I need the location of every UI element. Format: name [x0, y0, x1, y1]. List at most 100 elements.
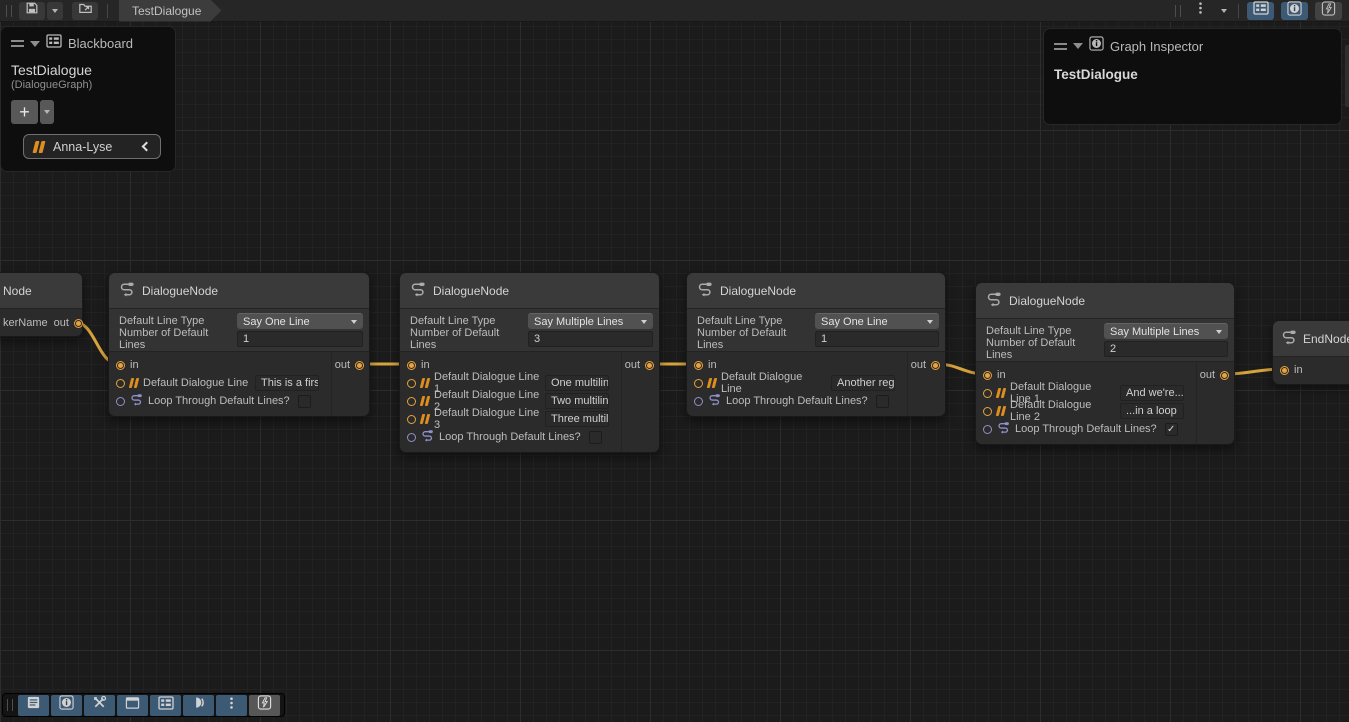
half-circle-button[interactable]	[183, 695, 214, 716]
tab-testdialogue[interactable]: TestDialogue	[119, 0, 221, 22]
node-body: in Default Dialogue Line 1 One multiline…	[400, 352, 659, 452]
input-port[interactable]	[983, 371, 992, 380]
line-type-dropdown[interactable]: Say One Line	[237, 313, 363, 329]
loop-checkbox[interactable]	[298, 395, 311, 408]
dialogue-line-field[interactable]: One multiline	[545, 375, 609, 391]
node-title-bar[interactable]: EndNode	[1273, 321, 1349, 357]
dialogue-line-port[interactable]	[407, 415, 416, 424]
toggle-blackboard-button[interactable]	[1247, 2, 1274, 20]
line-type-dropdown[interactable]: Say Multiple Lines	[1104, 323, 1228, 339]
window-button[interactable]	[117, 695, 148, 716]
number-of-lines-field[interactable]: 3	[528, 331, 653, 347]
dialogue-line-field[interactable]: And we're...	[1120, 385, 1184, 401]
graph-inspector-panel: Graph Inspector TestDialogue	[1043, 28, 1342, 125]
toolbar-separator	[107, 4, 108, 18]
node-title-bar[interactable]: DialogueNode	[109, 273, 369, 309]
loop-checkbox[interactable]: ✓	[1165, 423, 1178, 436]
toolbar-drag-handle[interactable]	[7, 699, 13, 711]
input-port[interactable]	[694, 361, 703, 370]
node-title: EndNode	[1303, 332, 1349, 346]
collapse-triangle-icon[interactable]	[30, 41, 40, 47]
output-port[interactable]	[355, 361, 364, 370]
dialogue-node-3[interactable]: DialogueNode Default Line Type Say One L…	[686, 272, 946, 417]
open-asset-button[interactable]	[72, 2, 98, 20]
overflow-menu-dropdown[interactable]	[1216, 2, 1232, 20]
dialogue-line-field[interactable]: Three multilin	[545, 411, 609, 427]
input-port[interactable]	[1280, 366, 1289, 375]
output-port[interactable]	[645, 361, 654, 370]
toolbar-drag-handle-right[interactable]	[1175, 5, 1181, 17]
dialogue-line-port[interactable]	[694, 379, 703, 388]
tools-button[interactable]	[84, 695, 115, 716]
drag-handle-icon[interactable]	[11, 40, 24, 47]
output-port[interactable]	[74, 319, 83, 328]
node-properties: Default Line Type Say Multiple Lines Num…	[400, 309, 659, 352]
toggle-graph-inspector-button[interactable]	[1281, 2, 1308, 20]
dialogue-line-port[interactable]	[983, 389, 992, 398]
lightning-icon	[257, 695, 272, 715]
number-of-lines-field[interactable]: 2	[1104, 341, 1228, 357]
node-title-bar[interactable]: Node	[0, 273, 82, 309]
overflow-menu-button[interactable]	[1188, 2, 1214, 20]
chevron-left-icon[interactable]	[142, 142, 152, 152]
loop-checkbox[interactable]	[589, 431, 602, 444]
line-type-dropdown[interactable]: Say One Line	[815, 313, 939, 329]
prop-label: Number of Default Lines	[119, 327, 237, 351]
save-button[interactable]	[19, 2, 45, 20]
blackboard-button[interactable]	[150, 695, 181, 716]
dialogue-line-port[interactable]	[116, 379, 125, 388]
node-title-bar[interactable]: DialogueNode	[400, 273, 659, 309]
collapse-triangle-icon[interactable]	[1073, 43, 1083, 49]
graph-inspector-header[interactable]: Graph Inspector	[1044, 29, 1341, 61]
dialogue-line-port[interactable]	[407, 397, 416, 406]
blackboard-header[interactable]: Blackboard	[1, 27, 175, 58]
toolbar-separator	[1238, 4, 1239, 18]
more-options-button[interactable]	[216, 695, 247, 716]
loop-port[interactable]	[983, 425, 992, 434]
toolbar-drag-handle[interactable]	[6, 5, 12, 17]
node-title-bar[interactable]: DialogueNode	[976, 283, 1234, 319]
loop-port[interactable]	[116, 397, 125, 406]
number-of-lines-field[interactable]: 1	[815, 331, 939, 347]
document-lines-button[interactable]	[18, 695, 49, 716]
prop-label: Default Line Type	[410, 315, 528, 327]
dialogue-node-2[interactable]: DialogueNode Default Line Type Say Multi…	[399, 272, 660, 453]
prop-label: Number of Default Lines	[410, 327, 528, 351]
number-of-lines-field[interactable]: 1	[237, 331, 363, 347]
dialogue-node-icon	[410, 281, 426, 300]
add-property-dropdown[interactable]	[40, 100, 54, 124]
node-title: DialogueNode	[142, 284, 218, 298]
save-options-button[interactable]	[47, 2, 63, 20]
dialogue-line-field[interactable]: ...in a loop	[1120, 403, 1184, 419]
toggle-lightning-button[interactable]	[1315, 2, 1342, 20]
line-type-dropdown[interactable]: Say Multiple Lines	[528, 313, 653, 329]
dialogue-line-port[interactable]	[983, 407, 992, 416]
output-port[interactable]	[931, 361, 940, 370]
loop-port[interactable]	[694, 397, 703, 406]
blackboard-property-annalyse[interactable]: Anna-Lyse	[23, 134, 161, 159]
blackboard-icon	[1253, 1, 1269, 20]
loop-checkbox[interactable]	[876, 395, 889, 408]
port-label: kerName	[0, 317, 48, 329]
info-button[interactable]	[51, 695, 82, 716]
lightning-button[interactable]	[249, 695, 280, 716]
save-icon	[25, 1, 39, 20]
add-property-button[interactable]: +	[11, 100, 38, 124]
quote-icon	[129, 378, 139, 388]
dialogue-node-1[interactable]: DialogueNode Default Line Type Say One L…	[108, 272, 370, 417]
port-label: Loop Through Default Lines?	[439, 431, 581, 443]
start-node-partial[interactable]: Node kerName out	[0, 272, 83, 337]
input-port[interactable]	[407, 361, 416, 370]
node-title-bar[interactable]: DialogueNode	[687, 273, 945, 309]
dialogue-line-port[interactable]	[407, 379, 416, 388]
dialogue-line-field[interactable]: Two multiline	[545, 393, 609, 409]
graph-name: TestDialogue	[1, 58, 175, 78]
drag-handle-icon[interactable]	[1054, 43, 1067, 50]
loop-port[interactable]	[407, 433, 416, 442]
dialogue-line-field[interactable]: Another regu	[831, 375, 895, 391]
dialogue-node-4[interactable]: DialogueNode Default Line Type Say Multi…	[975, 282, 1235, 445]
input-port[interactable]	[116, 361, 125, 370]
dialogue-line-field[interactable]: This is a first	[255, 375, 319, 391]
output-port[interactable]	[1220, 371, 1229, 380]
end-node[interactable]: EndNode in	[1272, 320, 1349, 385]
